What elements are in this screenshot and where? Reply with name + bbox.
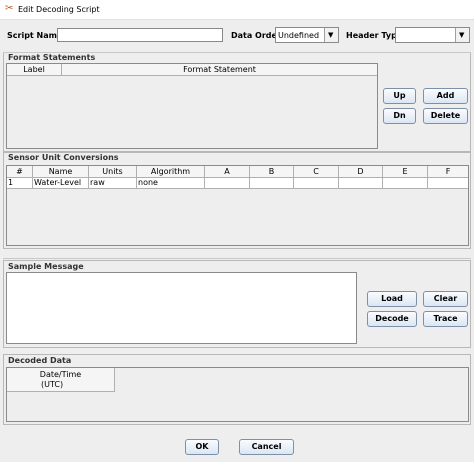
app-icon: ✂	[5, 3, 14, 14]
up-button[interactable]: Up	[383, 88, 416, 104]
chevron-down-icon: ▼	[459, 31, 465, 39]
table-cell-b[interactable]	[250, 178, 294, 189]
title-bar: ✂ Edit Decoding Script	[0, 0, 474, 20]
column-header-date-time-line1: Date/Time	[39, 370, 82, 379]
table-cell-d[interactable]	[339, 178, 383, 189]
table-cell-units[interactable]: raw	[89, 178, 137, 189]
header-type-label: Header Type	[346, 31, 403, 40]
window-title: Edit Decoding Script	[18, 5, 100, 14]
table-cell-number[interactable]: 1	[7, 178, 33, 189]
column-header-d[interactable]: D	[339, 166, 383, 178]
format-statements-table[interactable]: Label Format Statement	[6, 63, 378, 149]
column-header-units[interactable]: Units	[89, 166, 137, 178]
column-header-format-statement[interactable]: Format Statement	[62, 64, 377, 76]
separator	[3, 258, 471, 259]
column-header-date-time[interactable]: Date/Time (UTC)	[7, 368, 115, 392]
script-name-input[interactable]	[57, 28, 223, 42]
table-cell-e[interactable]	[383, 178, 428, 189]
cancel-button[interactable]: Cancel	[239, 439, 294, 455]
column-header-number[interactable]: #	[7, 166, 33, 178]
column-header-b[interactable]: B	[250, 166, 294, 178]
column-header-f[interactable]: F	[428, 166, 468, 178]
decoded-data-title: Decoded Data	[8, 356, 72, 365]
sample-message-title: Sample Message	[8, 262, 84, 271]
column-header-name[interactable]: Name	[33, 166, 89, 178]
format-statements-title: Format Statements	[8, 53, 96, 62]
ok-button[interactable]: OK	[185, 439, 219, 455]
table-cell-name[interactable]: Water-Level	[33, 178, 89, 189]
column-header-algorithm[interactable]: Algorithm	[137, 166, 205, 178]
sensor-conversions-table[interactable]: # Name Units Algorithm A B C D E F 1 Wat…	[6, 165, 469, 246]
column-header-label[interactable]: Label	[7, 64, 62, 76]
load-button[interactable]: Load	[367, 291, 417, 307]
table-cell-c[interactable]	[294, 178, 339, 189]
add-button[interactable]: Add	[423, 88, 468, 104]
decoded-data-table[interactable]: Date/Time (UTC)	[6, 367, 469, 422]
column-header-e[interactable]: E	[383, 166, 428, 178]
sample-message-textarea[interactable]	[6, 272, 357, 344]
delete-button[interactable]: Delete	[423, 108, 468, 124]
column-header-a[interactable]: A	[205, 166, 250, 178]
column-header-c[interactable]: C	[294, 166, 339, 178]
data-order-dropdown-button[interactable]: ▼	[324, 28, 338, 42]
table-cell-algorithm[interactable]: none	[137, 178, 205, 189]
table-cell-a[interactable]	[205, 178, 250, 189]
clear-button[interactable]: Clear	[423, 291, 468, 307]
decode-button[interactable]: Decode	[367, 311, 417, 327]
table-cell-f[interactable]	[428, 178, 468, 189]
down-button[interactable]: Dn	[383, 108, 416, 124]
column-header-date-time-line2: (UTC)	[41, 380, 64, 389]
chevron-down-icon: ▼	[328, 31, 334, 39]
header-type-select[interactable]: ▼	[395, 27, 470, 43]
sensor-conversions-title: Sensor Unit Conversions	[8, 153, 119, 162]
trace-button[interactable]: Trace	[423, 311, 468, 327]
data-order-value: Undefined	[278, 31, 320, 40]
header-type-dropdown-button[interactable]: ▼	[455, 28, 469, 42]
data-order-select[interactable]: Undefined ▼	[275, 27, 339, 43]
